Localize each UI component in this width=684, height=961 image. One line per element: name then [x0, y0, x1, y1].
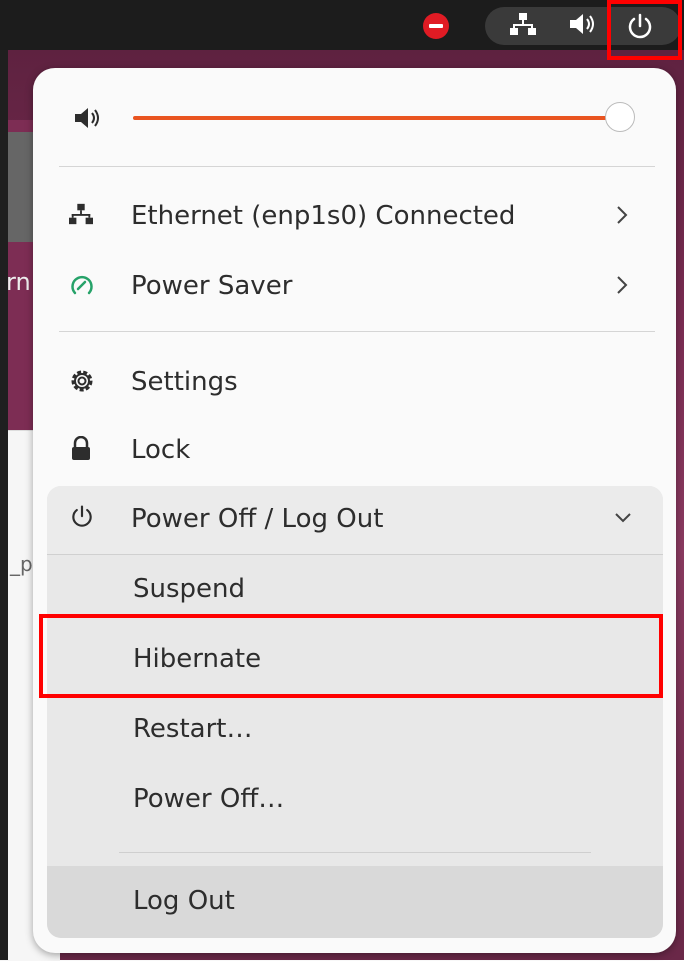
divider — [59, 331, 655, 332]
system-menu: Ethernet (enp1s0) Connected Power Saver … — [33, 68, 676, 953]
lock-label: Lock — [131, 435, 191, 465]
power-mode-item[interactable]: Power Saver — [33, 256, 676, 316]
background-partial-text: rn — [6, 268, 31, 296]
volume-slider-handle[interactable] — [605, 102, 635, 132]
network-icon — [69, 202, 93, 230]
divider — [59, 166, 655, 167]
network-label: Ethernet (enp1s0) Connected — [131, 201, 516, 231]
chevron-right-icon — [615, 274, 629, 300]
network-item[interactable]: Ethernet (enp1s0) Connected — [33, 186, 676, 246]
divider — [119, 852, 591, 853]
window-edge — [0, 48, 8, 960]
suspend-label: Suspend — [133, 574, 246, 604]
lock-item[interactable]: Lock — [33, 420, 676, 480]
power-off-label: Power Off… — [133, 784, 285, 814]
chevron-down-icon — [613, 510, 633, 529]
restart-label: Restart… — [133, 714, 253, 744]
background-partial-text: _p — [10, 552, 33, 576]
restart-item[interactable]: Restart… — [47, 698, 663, 764]
log-out-item[interactable]: Log Out — [47, 866, 663, 938]
power-menu-button[interactable] — [607, 0, 682, 60]
power-off-submenu: Power Off / Log Out Suspend Hibernate Re… — [47, 486, 663, 938]
settings-item[interactable]: Settings — [33, 352, 676, 412]
lock-icon — [69, 435, 93, 466]
log-out-label: Log Out — [133, 886, 235, 916]
gear-icon — [69, 368, 95, 398]
power-saver-icon — [69, 272, 95, 302]
power-off-logout-label: Power Off / Log Out — [131, 504, 384, 534]
volume-row — [33, 68, 676, 168]
power-icon — [628, 13, 652, 39]
power-off-item[interactable]: Power Off… — [47, 768, 663, 834]
network-icon — [510, 12, 536, 40]
do-not-disturb-icon[interactable] — [423, 13, 449, 39]
settings-label: Settings — [131, 367, 238, 397]
top-bar — [0, 0, 684, 60]
highlight-box — [39, 614, 663, 698]
divider — [47, 554, 663, 555]
power-icon — [69, 504, 95, 534]
volume-icon — [568, 12, 598, 40]
volume-slider[interactable] — [133, 116, 623, 120]
volume-icon — [73, 106, 103, 134]
chevron-right-icon — [615, 204, 629, 230]
power-mode-label: Power Saver — [131, 271, 293, 301]
power-off-logout-item[interactable]: Power Off / Log Out — [47, 486, 663, 554]
